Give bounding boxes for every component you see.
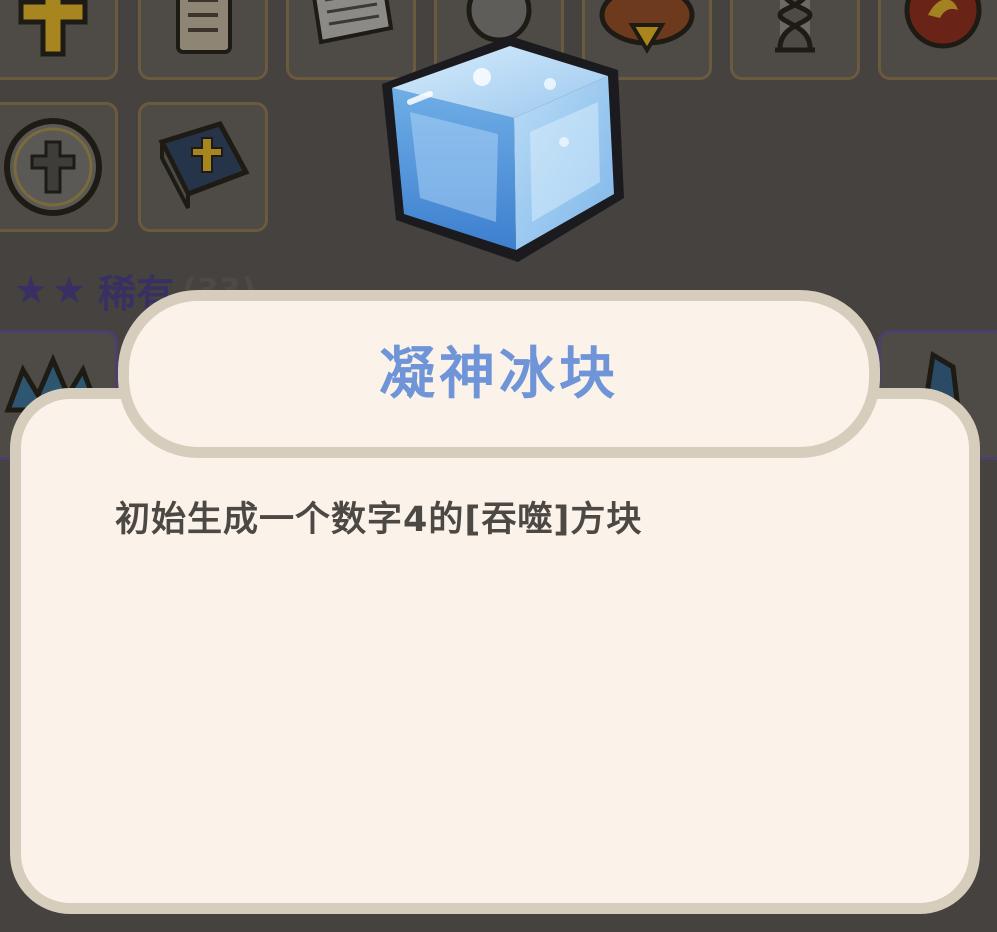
item-slot-holy-book[interactable] [138,102,268,232]
item-description: 初始生成一个数字4的[吞噬]方块 [115,500,643,540]
item-slot-cross-medallion[interactable] [0,102,118,232]
item-detail-dialog: 初始生成一个数字4的[吞噬]方块 [10,388,980,914]
item-slot-checklist[interactable] [138,0,268,80]
rarity-stars: ★★ [14,268,91,312]
item-title: 凝神冰块 [379,341,619,407]
item-slot-hourglass[interactable] [730,0,860,80]
golden-cross-icon [18,0,88,57]
phoenix-medal-icon [904,0,982,49]
holy-book-icon [158,121,250,209]
hourglass-icon [775,0,815,53]
item-slot-phoenix-medal[interactable] [878,0,997,80]
item-slot-holy-cross[interactable] [0,0,118,80]
ice-cube-icon [382,36,624,262]
checklist-scroll-icon [176,0,232,54]
cross-medallion-icon [4,118,102,216]
item-title-banner: 凝神冰块 [118,290,880,458]
